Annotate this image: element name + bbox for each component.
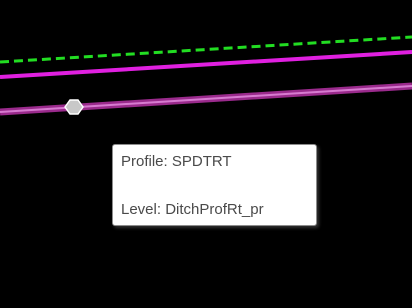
element-info-tooltip: Profile: SPDTRT Level: DitchProfRt_pr	[112, 144, 317, 226]
cad-viewport[interactable]: Profile: SPDTRT Level: DitchProfRt_pr	[0, 0, 412, 308]
hexagon-snap-marker-icon	[64, 99, 84, 115]
design-line-dashed[interactable]	[0, 35, 412, 64]
profile-line[interactable]	[0, 50, 412, 79]
tooltip-profile-text: Profile: SPDTRT	[121, 153, 232, 170]
tooltip-level-text: Level: DitchProfRt_pr	[121, 201, 264, 218]
selected-profile-line[interactable]	[0, 82, 412, 116]
